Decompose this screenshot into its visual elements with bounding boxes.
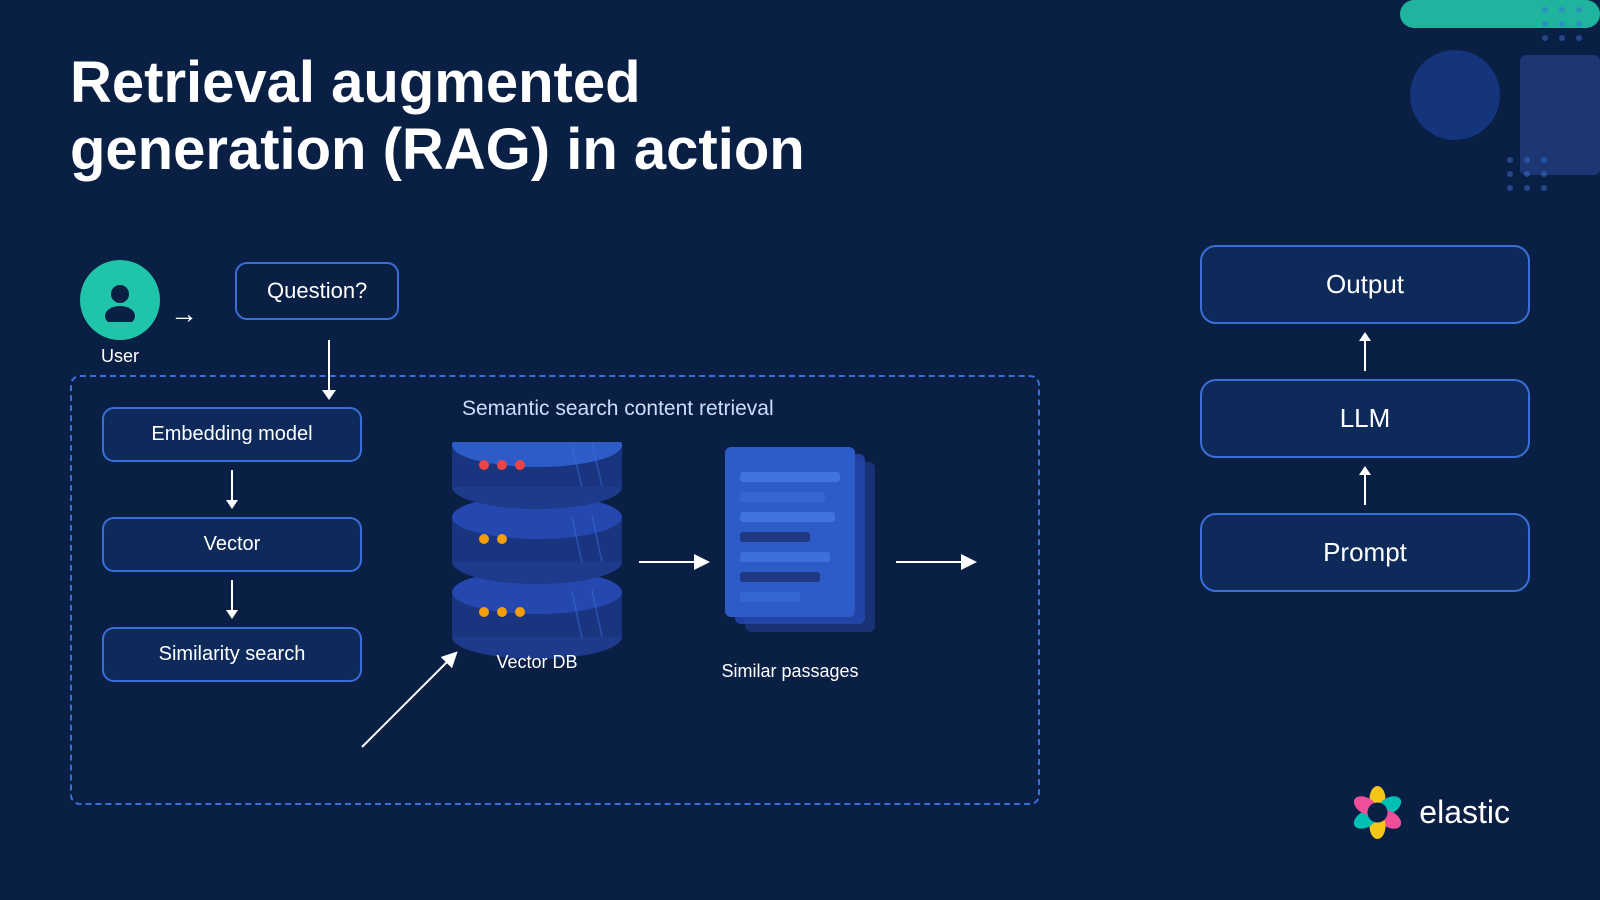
left-flow-panel: Embedding model Vector Similarity search [102, 407, 362, 682]
arrow-embedding-to-vector [226, 470, 238, 509]
question-box: Question? [235, 262, 399, 320]
similar-passages-illustration: Similar passages [720, 442, 890, 692]
embedding-model-box: Embedding model [102, 407, 362, 462]
arrow-vector-to-similarity [226, 580, 238, 619]
arrow-llm-to-output [1359, 332, 1371, 371]
page-title: Retrieval augmented generation (RAG) in … [70, 50, 805, 183]
output-box: Output [1200, 245, 1530, 324]
right-panel: Output LLM Prompt [1200, 245, 1530, 592]
elastic-logo: elastic [1350, 785, 1510, 840]
vector-db-illustration: Vector DB [442, 442, 632, 672]
user-label: User [101, 346, 139, 367]
elastic-logo-icon [1350, 785, 1405, 840]
llm-box: LLM [1200, 379, 1530, 458]
elastic-brand-name: elastic [1419, 794, 1510, 831]
user-avatar-circle [80, 260, 160, 340]
vector-box: Vector [102, 517, 362, 572]
arrow-prompt-to-llm [1359, 466, 1371, 505]
arrow-user-to-question: → [170, 298, 198, 330]
svg-text:Vector DB: Vector DB [496, 652, 577, 672]
bg-decoration [1300, 0, 1600, 220]
arrow-passages-to-prompt [894, 552, 979, 572]
similarity-search-box: Similarity search [102, 627, 362, 682]
semantic-search-label: Semantic search content retrieval [462, 397, 774, 421]
svg-text:Similar passages: Similar passages [721, 661, 858, 681]
prompt-box: Prompt [1200, 513, 1530, 592]
rag-process-box: Semantic search content retrieval Embedd… [70, 375, 1040, 805]
arrow-db-to-passages [637, 552, 712, 572]
user-icon [98, 278, 142, 322]
user-section: User [80, 260, 160, 367]
